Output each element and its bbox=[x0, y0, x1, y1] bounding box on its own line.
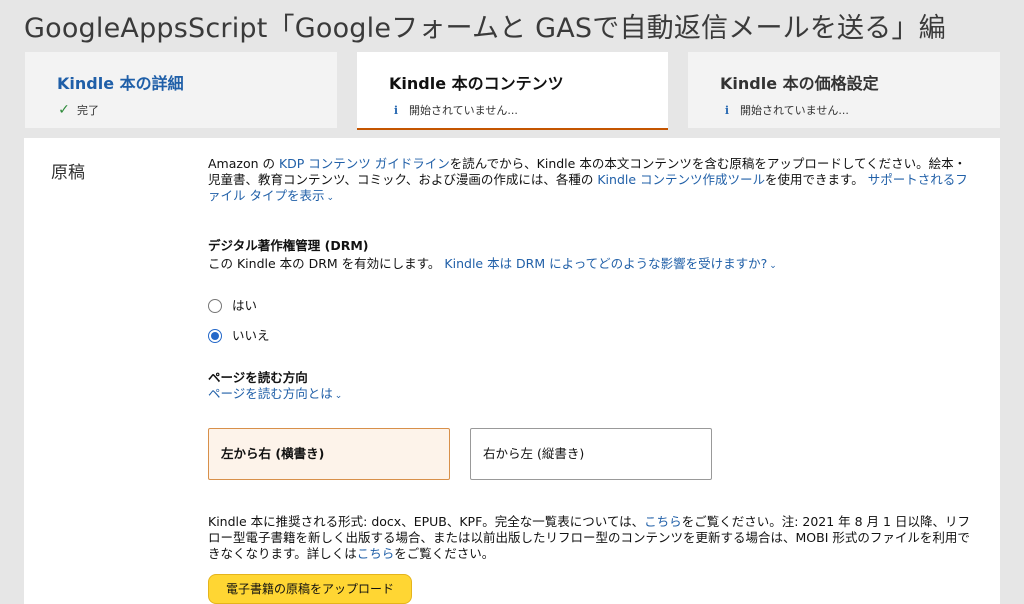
drm-option-no[interactable]: いいえ bbox=[208, 326, 978, 346]
mobi-details-link[interactable]: こちら bbox=[357, 546, 395, 561]
direction-right-to-left[interactable]: 右から左 (縦書き) bbox=[470, 428, 712, 480]
formats-text: をご覧ください。 bbox=[394, 546, 495, 561]
tab-title: Kindle 本の詳細 bbox=[57, 74, 184, 93]
manuscript-content: Amazon の KDP コンテンツ ガイドラインを読んでから、Kindle 本… bbox=[208, 156, 978, 604]
drm-help-link[interactable]: Kindle 本は DRM によってどのような影響を受けますか? ⌄ bbox=[444, 256, 776, 271]
tab-status: i 開始されていません... bbox=[720, 102, 1000, 118]
formats-text: Kindle 本に推奨される形式: docx、EPUB、KPF。完全な一覧表につ… bbox=[208, 514, 645, 529]
step-tabs: Kindle 本の詳細 ✓ 完了 Kindle 本のコンテンツ i 開始されてい… bbox=[24, 52, 1000, 130]
tab-kindle-details[interactable]: Kindle 本の詳細 ✓ 完了 bbox=[25, 52, 337, 128]
tab-kindle-content[interactable]: Kindle 本のコンテンツ i 開始されていません... bbox=[357, 52, 668, 130]
upload-manuscript-button[interactable]: 電子書籍の原稿をアップロード bbox=[208, 574, 412, 604]
formats-list-link[interactable]: こちら bbox=[644, 514, 682, 529]
tab-status-text: 開始されていません... bbox=[740, 104, 849, 117]
tab-status-text: 開始されていません... bbox=[409, 104, 518, 117]
intro-text-part: Amazon の bbox=[208, 156, 279, 171]
intro-text: Amazon の KDP コンテンツ ガイドラインを読んでから、Kindle 本… bbox=[208, 156, 978, 206]
info-icon: i bbox=[724, 103, 730, 117]
chevron-down-icon: ⌄ bbox=[334, 391, 343, 401]
direction-heading: ページを読む方向 bbox=[208, 370, 308, 385]
chevron-down-icon: ⌄ bbox=[326, 193, 335, 203]
tab-status-text: 完了 bbox=[77, 104, 99, 117]
radio-label: はい bbox=[232, 298, 258, 313]
drm-option-yes[interactable]: はい bbox=[208, 296, 978, 316]
radio-button[interactable] bbox=[208, 299, 222, 313]
chevron-down-icon: ⌄ bbox=[769, 261, 777, 271]
tab-kindle-pricing[interactable]: Kindle 本の価格設定 i 開始されていません... bbox=[688, 52, 1000, 128]
direction-help-link[interactable]: ページを読む方向とは ⌄ bbox=[208, 386, 978, 404]
direction-help-label: ページを読む方向とは bbox=[208, 386, 333, 401]
radio-label: いいえ bbox=[232, 328, 270, 343]
tab-title: Kindle 本のコンテンツ bbox=[389, 74, 564, 93]
drm-heading: デジタル著作権管理 (DRM) bbox=[208, 238, 369, 253]
section-label: 原稿 bbox=[51, 163, 85, 183]
tab-status: ✓ 完了 bbox=[57, 102, 337, 118]
manuscript-panel: 原稿 Amazon の KDP コンテンツ ガイドラインを読んでから、Kindl… bbox=[24, 138, 1000, 604]
drm-text: この Kindle 本の DRM を有効にします。 bbox=[208, 256, 441, 271]
page-title: GoogleAppsScript「Googleフォームと GASで自動返信メール… bbox=[24, 13, 946, 44]
formats-note: Kindle 本に推奨される形式: docx、EPUB、KPF。完全な一覧表につ… bbox=[208, 514, 978, 562]
drm-section: デジタル著作権管理 (DRM) この Kindle 本の DRM を有効にします… bbox=[208, 238, 978, 346]
tab-title: Kindle 本の価格設定 bbox=[720, 74, 879, 93]
intro-text-part: を使用できます。 bbox=[765, 172, 864, 187]
radio-button-selected[interactable] bbox=[208, 329, 222, 343]
drm-description: この Kindle 本の DRM を有効にします。 Kindle 本は DRM … bbox=[208, 256, 978, 274]
check-icon: ✓ bbox=[58, 102, 70, 118]
tab-status: i 開始されていません... bbox=[389, 102, 668, 118]
info-icon: i bbox=[393, 103, 399, 117]
guideline-link[interactable]: KDP コンテンツ ガイドライン bbox=[279, 156, 450, 171]
drm-help-label: Kindle 本は DRM によってどのような影響を受けますか? bbox=[444, 256, 768, 271]
content-tools-link[interactable]: Kindle コンテンツ作成ツール bbox=[597, 172, 765, 187]
reading-direction-section: ページを読む方向 ページを読む方向とは ⌄ bbox=[208, 370, 978, 404]
direction-left-to-right[interactable]: 左から右 (横書き) bbox=[208, 428, 450, 480]
